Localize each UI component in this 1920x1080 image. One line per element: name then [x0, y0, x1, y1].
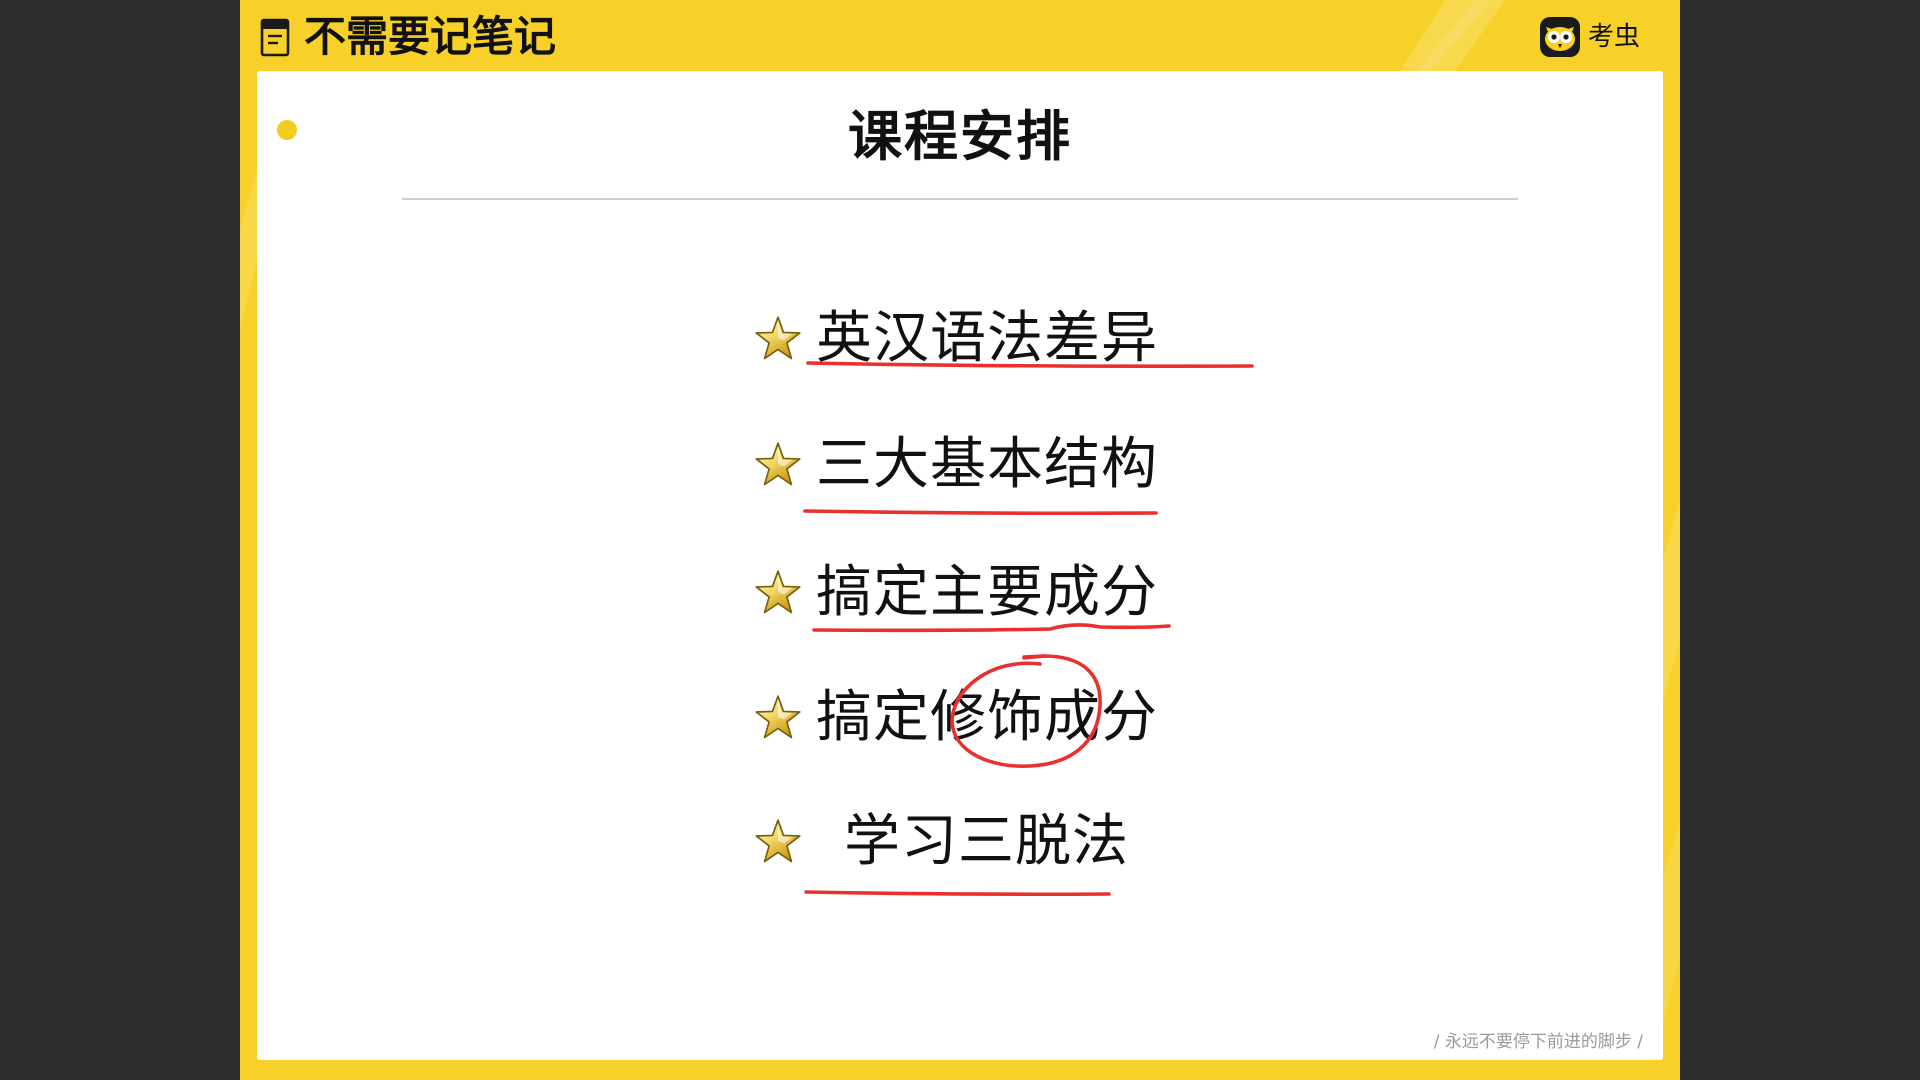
star-icon	[752, 816, 804, 868]
kaochong-owl-logo-icon	[1540, 17, 1580, 57]
list-item-label: 英汉语法差异	[816, 306, 1158, 371]
slide-card: 课程安排 英汉语法差异 三大基本结构 搞定主要成分 搞定修饰成分 学习三脱法 /…	[257, 71, 1663, 1060]
list-item: 三大基本结构	[752, 433, 1158, 497]
star-icon	[752, 692, 804, 744]
footer-slogan: / 永远不要停下前进的脚步 /	[1433, 1032, 1643, 1052]
star-icon	[752, 313, 804, 365]
list-item-label: 搞定主要成分	[816, 560, 1158, 625]
brand: 考虫	[1540, 17, 1640, 57]
slide-title: 课程安排	[848, 105, 1072, 168]
brand-name: 考虫	[1588, 22, 1641, 52]
title-divider	[402, 198, 1518, 200]
list-item-label: 三大基本结构	[816, 432, 1158, 497]
header-title: 不需要记笔记	[304, 12, 557, 61]
list-item: 学习三脱法	[752, 810, 1129, 874]
video-frame: 不需要记笔记 考虫 课程安排 英汉语法差异 三大基本结构 搞定主要成分 搞定修饰…	[0, 0, 1920, 1080]
list-item-label: 搞定修饰成分	[816, 685, 1158, 750]
star-icon	[752, 439, 804, 491]
list-item: 搞定修饰成分	[752, 686, 1158, 750]
notebook-icon	[260, 17, 290, 57]
list-item: 英汉语法差异	[752, 307, 1158, 371]
star-icon	[752, 567, 804, 619]
slide: 不需要记笔记 考虫 课程安排 英汉语法差异 三大基本结构 搞定主要成分 搞定修饰…	[240, 0, 1680, 1080]
list-item-label: 学习三脱法	[844, 809, 1129, 874]
list-item: 搞定主要成分	[752, 561, 1158, 625]
